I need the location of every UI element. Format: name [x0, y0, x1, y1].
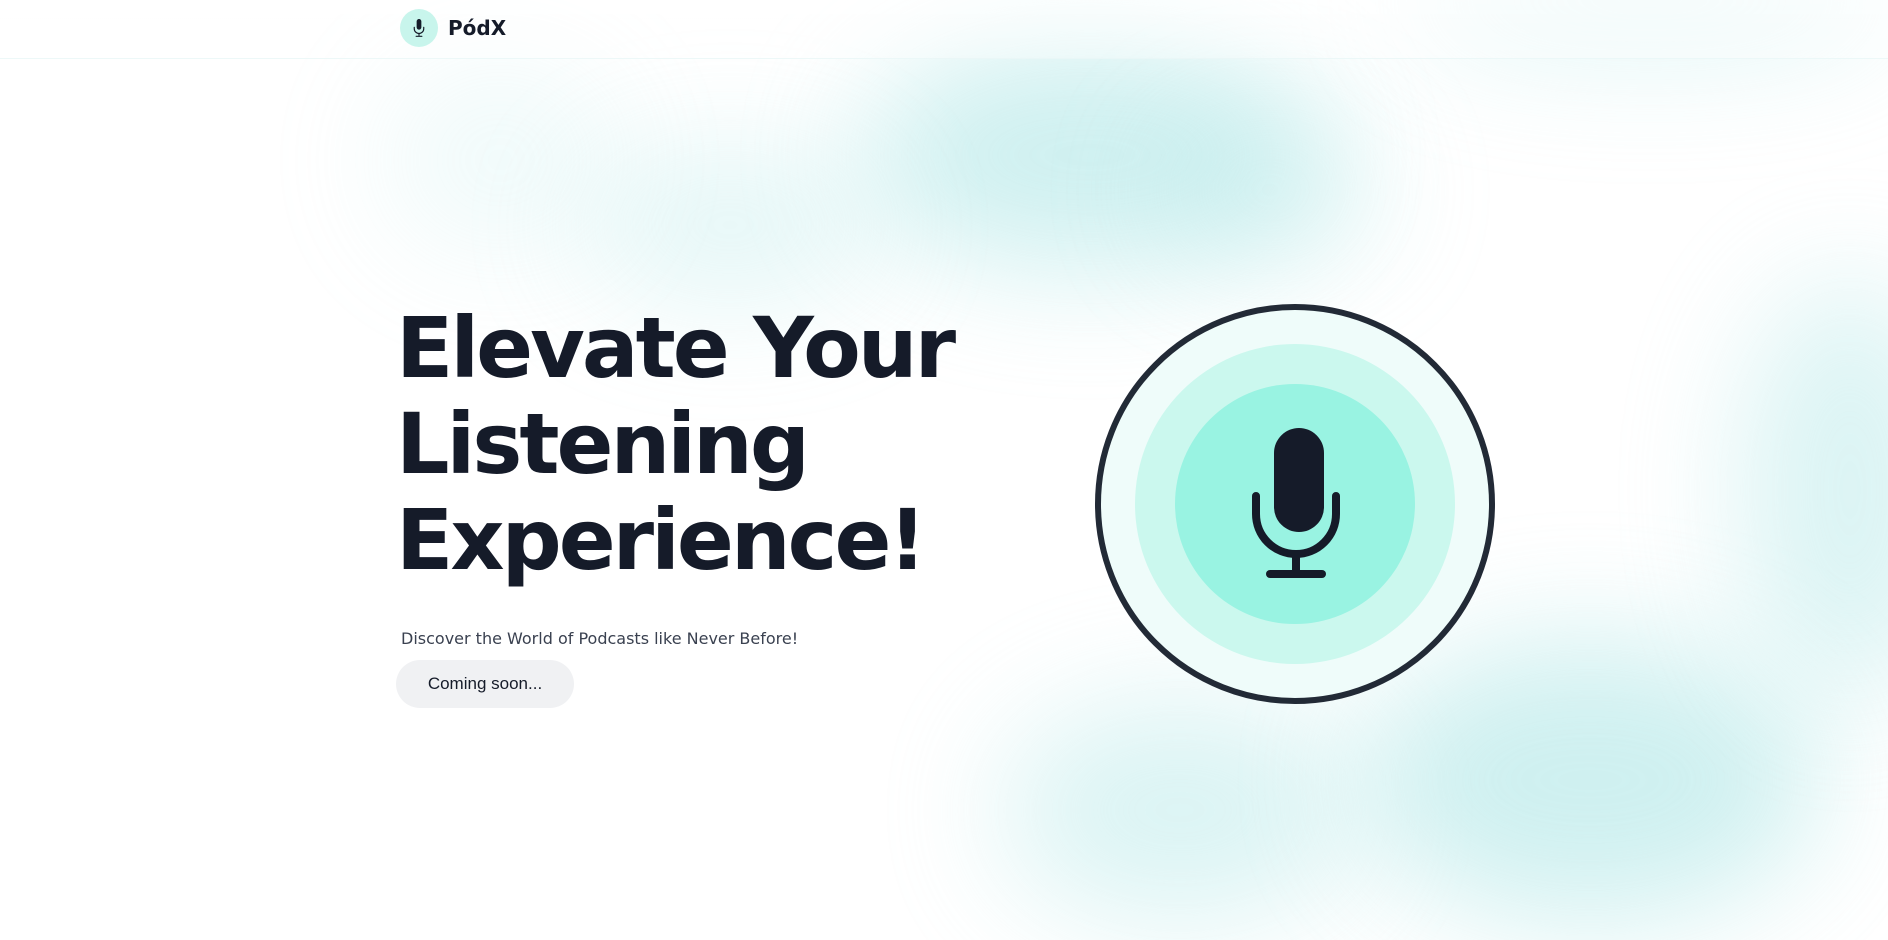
hero-title-line: Experience!: [396, 491, 927, 589]
brand-name: PódX: [448, 16, 507, 40]
landing-page: PódX Elevate Your Listening Experience! …: [0, 0, 1888, 940]
hero-title-line: Listening: [396, 395, 810, 493]
hero-title-line: Elevate Your: [396, 299, 956, 397]
background-blob: [1000, 700, 1360, 920]
background-blob: [380, 60, 620, 260]
background-blob: [580, 150, 880, 300]
brand-home-link[interactable]: PódX: [400, 9, 506, 47]
brand-logo: [400, 9, 438, 47]
background-blob: [1160, 120, 1380, 260]
hero-title: Elevate Your Listening Experience!: [396, 299, 956, 589]
top-navbar: [0, 0, 1888, 59]
microphone-icon: [1252, 428, 1340, 578]
hero-subtitle: Discover the World of Podcasts like Neve…: [401, 629, 799, 648]
background-blob: [1360, 640, 1820, 920]
background-blob: [1740, 280, 1888, 700]
coming-soon-button[interactable]: Coming soon...: [396, 660, 574, 708]
microphone-icon: [413, 19, 425, 37]
